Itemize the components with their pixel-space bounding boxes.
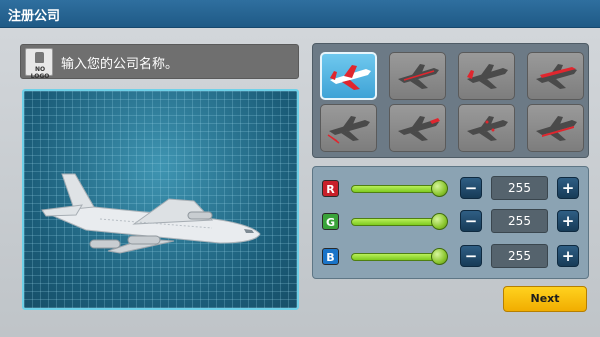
title-bar: 注册公司 [0, 0, 600, 28]
airplane-livery-red-dots-icon [467, 116, 508, 141]
airplane-preview [22, 89, 299, 310]
airplane-livery-red-tail-fin-icon [327, 116, 370, 144]
airplane-livery-red-nose-icon [398, 116, 440, 141]
airplane-livery-red-top-icon [536, 64, 577, 89]
window-title: 注册公司 [8, 9, 61, 24]
red-slider-knob[interactable] [431, 180, 448, 197]
blue-minus-button[interactable]: − [460, 245, 482, 267]
red-plus-button[interactable]: + [557, 177, 579, 199]
airplane-livery-red-stripe-icon [398, 64, 439, 89]
livery-option-5[interactable] [320, 104, 377, 152]
airplane-livery-red-tail-icon [467, 64, 508, 89]
green-value-field[interactable]: 255 [491, 209, 548, 233]
plus-icon: + [561, 212, 575, 230]
plus-icon: + [561, 247, 575, 265]
no-logo-label: NO LOGO [30, 66, 50, 80]
livery-panel [312, 43, 589, 158]
blue-plus-button[interactable]: + [557, 245, 579, 267]
livery-option-2[interactable] [389, 52, 446, 100]
airplane-livery-red-belly-icon [536, 116, 577, 141]
green-plus-button[interactable]: + [557, 210, 579, 232]
company-name-bar[interactable]: NO LOGO 输入您的公司名称。 [20, 44, 299, 80]
livery-option-6[interactable] [389, 104, 446, 152]
lock-icon [35, 52, 44, 63]
red-channel-label: R [322, 180, 339, 197]
color-panel: R − 255 + G − 255 + B − 255 + [312, 166, 589, 279]
red-value-field[interactable]: 255 [491, 176, 548, 200]
livery-option-8[interactable] [527, 104, 584, 152]
plus-icon: + [561, 179, 575, 197]
company-name-input[interactable]: 输入您的公司名称。 [61, 53, 178, 72]
livery-option-1[interactable] [320, 52, 377, 100]
red-minus-button[interactable]: − [460, 177, 482, 199]
green-minus-button[interactable]: − [460, 210, 482, 232]
livery-option-3[interactable] [458, 52, 515, 100]
livery-option-7[interactable] [458, 104, 515, 152]
minus-icon: − [464, 247, 478, 265]
minus-icon: − [464, 179, 478, 197]
green-slider-knob[interactable] [431, 213, 448, 230]
logo-picker[interactable]: NO LOGO [25, 48, 53, 80]
green-channel-label: G [322, 213, 339, 230]
blue-slider-knob[interactable] [431, 248, 448, 265]
blue-value-field[interactable]: 255 [491, 244, 548, 268]
blue-channel-label: B [322, 248, 339, 265]
airplane-livery-red-wing-icon [330, 65, 371, 90]
minus-icon: − [464, 212, 478, 230]
airplane-model-icon [41, 173, 261, 254]
livery-option-4[interactable] [527, 52, 584, 100]
next-button[interactable]: Next [503, 286, 587, 312]
